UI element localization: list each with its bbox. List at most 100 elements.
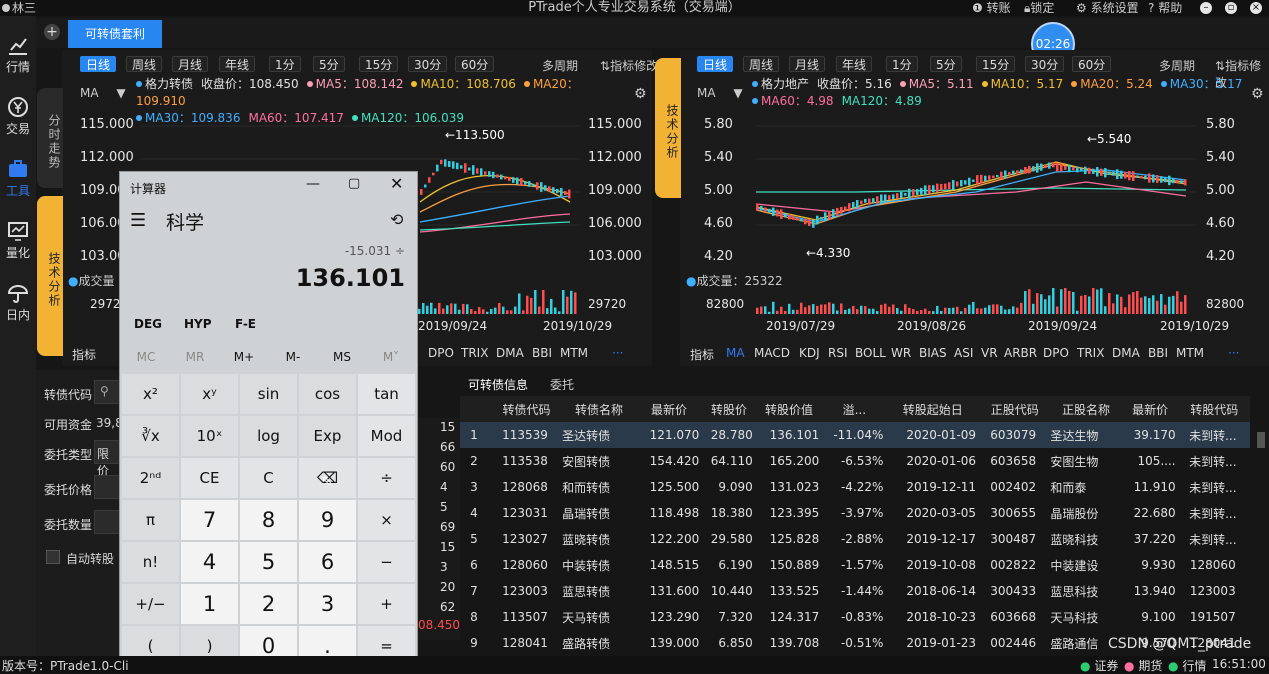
settings-button[interactable]: ⚙ 系统设置 [1076,0,1139,16]
period-5min[interactable]: 5分 [930,56,962,72]
calc-key[interactable]: xʸ [181,374,238,414]
calc-key[interactable]: ∛x [122,416,179,456]
indicator-arbr[interactable]: ARBR [1004,346,1037,360]
minimize-icon[interactable]: – [1200,2,1212,14]
more-icon[interactable]: ··· [1228,346,1239,360]
sidebar-item-trade[interactable]: 交易 [0,86,36,146]
deg-button[interactable]: DEG [134,317,162,331]
period-week[interactable]: 周线 [126,56,163,72]
period-5min[interactable]: 5分 [313,56,345,72]
indicator-dpo[interactable]: DPO [428,346,454,360]
memory-button[interactable]: M- [275,350,311,364]
sidebar-item-intraday[interactable]: 日内 [0,272,36,332]
indicator-trix[interactable]: TRIX [1077,346,1104,360]
tab-bond-info[interactable]: 可转债信息 [468,376,529,398]
calc-key[interactable]: C [240,458,297,498]
maximize-icon[interactable]: ▢ [348,176,360,191]
calc-key[interactable]: Exp [299,416,356,456]
period-30min[interactable]: 30分 [408,56,448,72]
table-row[interactable]: 1 113539 圣达转债 121.070 28.780 136.101 -11.04% 20… [460,422,1250,448]
tab-convertible-arbitrage[interactable]: 可转债套利 [68,20,162,48]
indicator-boll[interactable]: BOLL [855,346,886,360]
memory-button[interactable]: MC [128,350,164,364]
chart-settings-icon[interactable]: ⚙ [634,86,647,102]
calc-key[interactable]: 3 [299,584,356,624]
tab-technical-analysis-right[interactable]: 技术分析 [655,58,681,198]
period-15min[interactable]: 15分 [359,56,399,72]
column-header[interactable]: 最新价 [1121,396,1179,422]
column-header[interactable]: 转股价 [702,396,756,422]
tab-orders[interactable]: 委托 [550,376,574,393]
fe-button[interactable]: F-E [235,317,256,331]
add-tab-button[interactable]: + [44,24,60,40]
calc-key[interactable]: π [122,500,179,540]
calc-key[interactable]: 8 [240,500,297,540]
calc-key[interactable]: ÷ [358,458,415,498]
period-1min[interactable]: 1分 [886,56,918,72]
calc-key[interactable]: + [358,584,415,624]
indicator-dma[interactable]: DMA [496,346,524,360]
period-year[interactable]: 年线 [219,56,256,72]
indicator-edit-button[interactable]: ⇅指标修改 [600,57,658,74]
column-header[interactable]: 转股价值 [755,396,823,422]
column-header[interactable]: 正股代码 [979,396,1051,422]
right-indicator-select[interactable]: MA ▼ [697,86,743,100]
period-1min[interactable]: 1分 [269,56,301,72]
indicator-trix[interactable]: TRIX [461,346,488,360]
table-row[interactable]: 2 113538 安图转债 154.420 64.110 165.200 -6.53% 202… [460,448,1250,474]
memory-button[interactable]: M+ [226,350,262,364]
column-header[interactable]: 最新价 [635,396,703,422]
indicator-rsi[interactable]: RSI [828,346,848,360]
calc-key[interactable]: 7 [181,500,238,540]
calc-key[interactable]: Mod [358,416,415,456]
chart-settings-icon[interactable]: ⚙ [1251,86,1264,102]
period-day[interactable]: 日线 [80,56,117,72]
period-month[interactable]: 月线 [789,56,826,72]
hyp-button[interactable]: HYP [184,317,212,331]
period-year[interactable]: 年线 [836,56,873,72]
transfer-button[interactable]: ❶ 转账 [972,0,1011,16]
order-type-select[interactable]: 限价 [94,440,120,478]
indicator-mtm[interactable]: MTM [1176,346,1204,360]
calc-key[interactable]: 6 [299,542,356,582]
indicator-dpo[interactable]: DPO [1043,346,1069,360]
calc-key[interactable]: 5 [240,542,297,582]
period-month[interactable]: 月线 [172,56,209,72]
column-header[interactable] [460,396,491,422]
tab-time-share[interactable]: 分时走势 [37,88,63,188]
table-row[interactable]: 3 128068 和而转债 125.500 9.090 131.023 -4.22% 2019… [460,474,1250,500]
history-icon[interactable]: ⟲ [390,210,403,229]
calc-key[interactable]: 4 [181,542,238,582]
calc-key[interactable]: cos [299,374,356,414]
close-icon[interactable]: ✕ [390,174,403,193]
calc-key[interactable]: × [358,500,415,540]
multi-period-button[interactable]: 多周期 [1159,57,1195,74]
indicator-wr[interactable]: WR [891,346,911,360]
order-quantity-input[interactable] [94,510,120,534]
indicator-bbi[interactable]: BBI [1148,346,1168,360]
auto-convert-checkbox[interactable] [46,550,60,564]
menu-icon[interactable]: ☰ [130,210,146,231]
more-icon[interactable]: ··· [612,346,623,360]
period-60min[interactable]: 60分 [1072,56,1112,72]
memory-button[interactable]: MS [324,350,360,364]
indicator-bbi[interactable]: BBI [532,346,552,360]
close-icon[interactable]: × [1250,2,1262,14]
column-header[interactable]: 溢... [822,396,887,422]
help-button[interactable]: ? 帮助 [1148,0,1182,16]
calc-key[interactable]: 10ˣ [181,416,238,456]
calc-key[interactable]: +∕− [122,584,179,624]
indicator-mtm[interactable]: MTM [560,346,588,360]
minimize-icon[interactable]: — [306,176,320,192]
calc-key[interactable]: log [240,416,297,456]
calc-key[interactable]: sin [240,374,297,414]
multi-period-button[interactable]: 多周期 [542,57,578,74]
memory-button[interactable]: MR [177,350,213,364]
sidebar-item-tools[interactable]: 工具 [0,148,36,208]
left-indicator-select[interactable]: MA ▼ [80,86,126,100]
table-row[interactable]: 6 128060 中装转债 148.515 6.190 150.889 -1.57% 2019… [460,552,1250,578]
calc-key[interactable]: − [358,542,415,582]
column-header[interactable]: 转股代码 [1178,396,1250,422]
period-30min[interactable]: 30分 [1025,56,1065,72]
bond-code-input[interactable]: ⚲ [94,380,120,404]
